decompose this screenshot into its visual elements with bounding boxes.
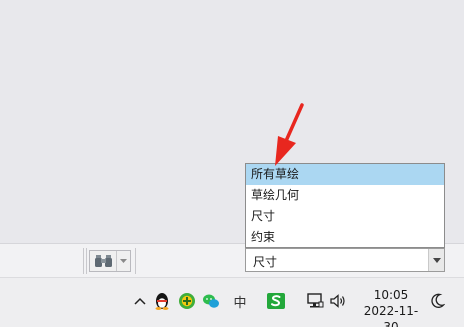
dropdown-item-sketch-geometry[interactable]: 草绘几何: [246, 185, 444, 206]
dropdown-item-constraint[interactable]: 约束: [246, 227, 444, 248]
clock-date: 2022-11-30: [363, 304, 419, 327]
volume-icon[interactable]: [328, 290, 348, 312]
find-button[interactable]: [89, 250, 131, 272]
combo-value: 尺寸: [253, 255, 278, 269]
combo-dropdown-button[interactable]: [428, 249, 444, 271]
sogou-input-icon[interactable]: [266, 290, 286, 312]
find-dropdown-button[interactable]: [116, 251, 130, 271]
network-icon[interactable]: [305, 290, 325, 312]
status-separator: [135, 248, 136, 274]
qq-penguin-icon[interactable]: [152, 290, 172, 312]
selection-filter-combo[interactable]: 尺寸: [245, 248, 445, 272]
chevron-down-icon: [120, 259, 127, 263]
taskbar: 中 10:05 2022-11-30: [0, 277, 464, 327]
qihoo-360-icon[interactable]: [177, 290, 197, 312]
status-separator: [86, 248, 87, 274]
clock-time: 10:05: [373, 288, 409, 302]
wechat-icon[interactable]: [201, 290, 221, 312]
binoculars-icon: [95, 255, 112, 267]
filter-dropdown-list: 所有草绘 草绘几何 尺寸 约束: [245, 163, 445, 248]
dropdown-item-dimension[interactable]: 尺寸: [246, 206, 444, 227]
dropdown-item-all-sketches[interactable]: 所有草绘: [246, 164, 444, 185]
taskbar-clock[interactable]: 10:05 2022-11-30: [358, 287, 424, 327]
status-separator: [83, 248, 84, 274]
chevron-up-icon[interactable]: [130, 290, 150, 312]
ime-icon[interactable]: 中: [230, 290, 250, 312]
moon-icon[interactable]: [428, 290, 448, 312]
chevron-down-icon: [433, 258, 441, 263]
